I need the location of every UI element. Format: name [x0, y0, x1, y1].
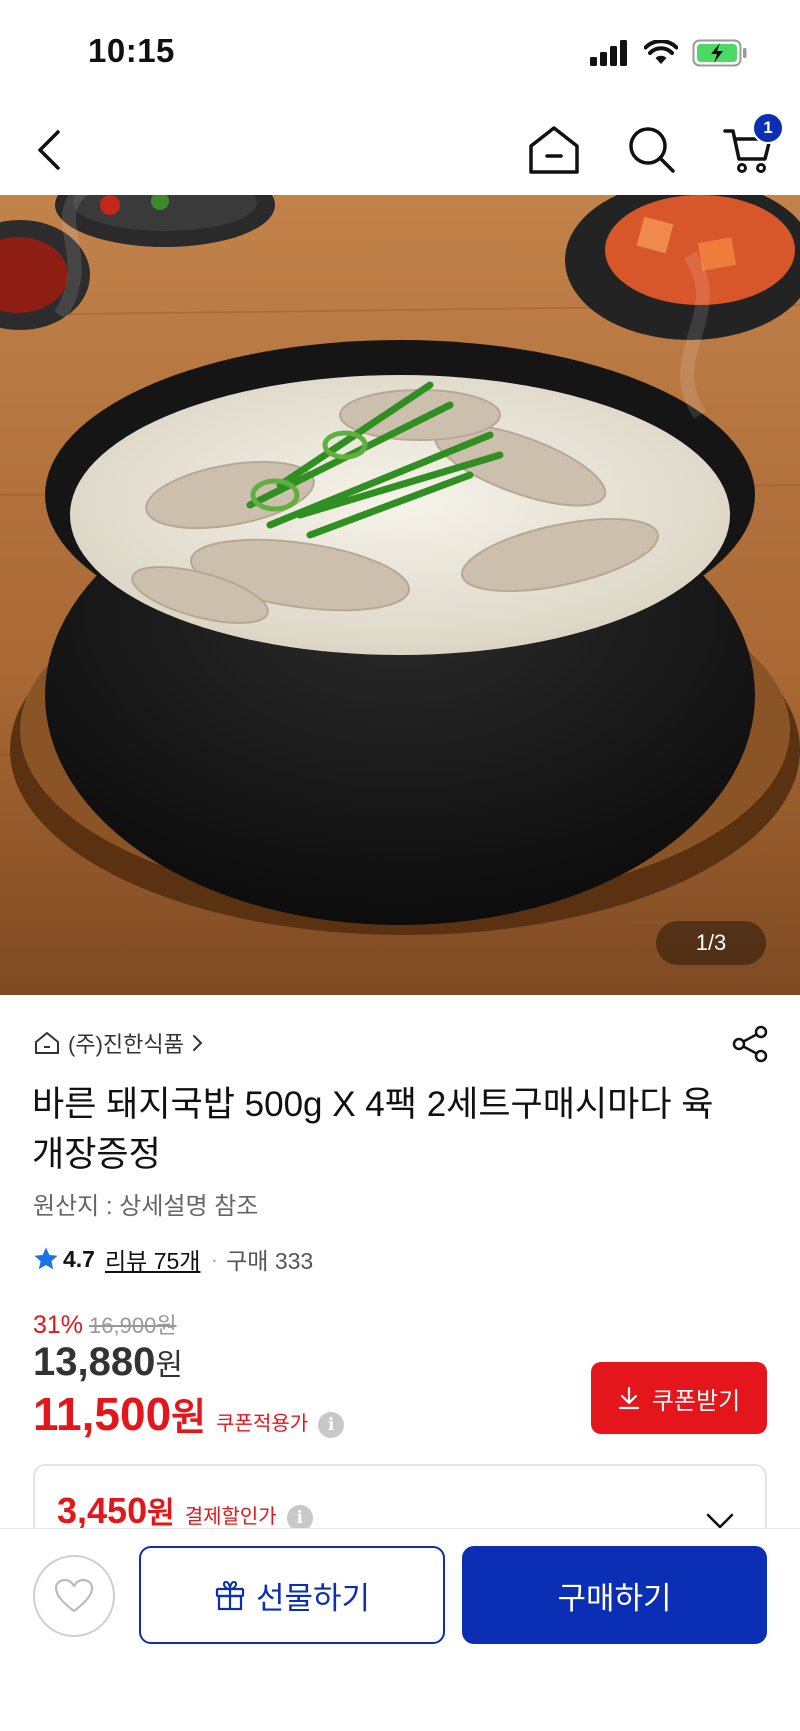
search-button[interactable] [620, 118, 684, 182]
store-link[interactable]: (주)진한식품 [34, 1026, 204, 1060]
sale-price-value: 13,880 [33, 1340, 156, 1384]
store-home-icon [35, 1032, 59, 1054]
product-image [0, 195, 800, 995]
cart-count-badge: 1 [752, 112, 784, 144]
rating-row: 4.7 리뷰 75개 · 구매 333 [33, 1242, 313, 1276]
cart-button[interactable]: 1 [716, 112, 784, 182]
payment-discount-row: 3,450원 결제할인가 i [57, 1488, 313, 1532]
star-icon [34, 1247, 58, 1270]
get-coupon-button[interactable]: 쿠폰받기 [591, 1362, 767, 1434]
sale-price-unit: 원 [155, 1349, 183, 1382]
product-title: 바른 돼지국밥 500g X 4팩 2세트구매시마다 육개장증정 [32, 1085, 714, 1174]
battery-charging-icon [692, 39, 747, 67]
coupon-price-value: 11,500 [33, 1388, 172, 1440]
discount-row: 31% 16,900원 [33, 1308, 177, 1340]
status-bar: 10:15 [0, 0, 800, 100]
bottom-action-bar: 선물하기 구매하기 [0, 1528, 800, 1731]
sale-price: 13,880원 [33, 1340, 183, 1385]
wifi-icon [644, 40, 678, 64]
download-icon [618, 1386, 639, 1410]
chevron-right-icon [192, 1035, 203, 1051]
rating-value: 4.7 [63, 1245, 95, 1272]
product-image-carousel[interactable]: 1/3 [0, 195, 800, 995]
original-price: 16,900원 [89, 1313, 177, 1338]
coupon-info-icon[interactable]: i [318, 1412, 345, 1438]
store-name: (주)진한식품 [68, 1032, 184, 1057]
payment-discount-price: 3,450원 [57, 1488, 175, 1532]
payment-discount-unit: 원 [147, 1497, 175, 1530]
buy-button[interactable]: 구매하기 [462, 1546, 767, 1644]
review-link[interactable]: 리뷰 75개 [105, 1242, 200, 1276]
origin-info: 원산지 : 상세설명 참조 [33, 1193, 259, 1220]
separator-dot: · [210, 1245, 219, 1272]
coupon-price-row: 11,500원 쿠폰적용가 i [33, 1386, 345, 1441]
back-button[interactable] [18, 118, 82, 182]
heart-icon [54, 1578, 94, 1613]
top-nav-bar: 1 [0, 100, 800, 195]
payment-discount-label: 결제할인가 [184, 1506, 277, 1528]
wishlist-button[interactable] [33, 1555, 115, 1637]
coupon-price: 11,500원 [33, 1386, 206, 1441]
coupon-price-unit: 원 [171, 1397, 207, 1439]
search-icon [629, 127, 675, 173]
get-coupon-label: 쿠폰받기 [651, 1387, 741, 1415]
gift-icon [215, 1580, 245, 1611]
status-icons [590, 36, 748, 70]
share-icon [732, 1025, 768, 1063]
home-button[interactable] [522, 118, 586, 182]
chevron-left-icon [38, 130, 60, 170]
gift-button-label: 선물하기 [255, 1580, 371, 1616]
purchase-count: 구매 333 [226, 1248, 314, 1274]
status-time: 10:15 [88, 32, 175, 69]
buy-button-label: 구매하기 [557, 1580, 672, 1616]
discount-rate: 31% [33, 1311, 84, 1339]
share-button[interactable] [728, 1022, 772, 1066]
coupon-price-label: 쿠폰적용가 [216, 1413, 309, 1435]
image-counter: 1/3 [656, 921, 766, 965]
home-icon [529, 126, 579, 174]
gift-button[interactable]: 선물하기 [139, 1546, 445, 1644]
signal-icon [590, 40, 627, 66]
payment-discount-value: 3,450 [57, 1490, 148, 1531]
